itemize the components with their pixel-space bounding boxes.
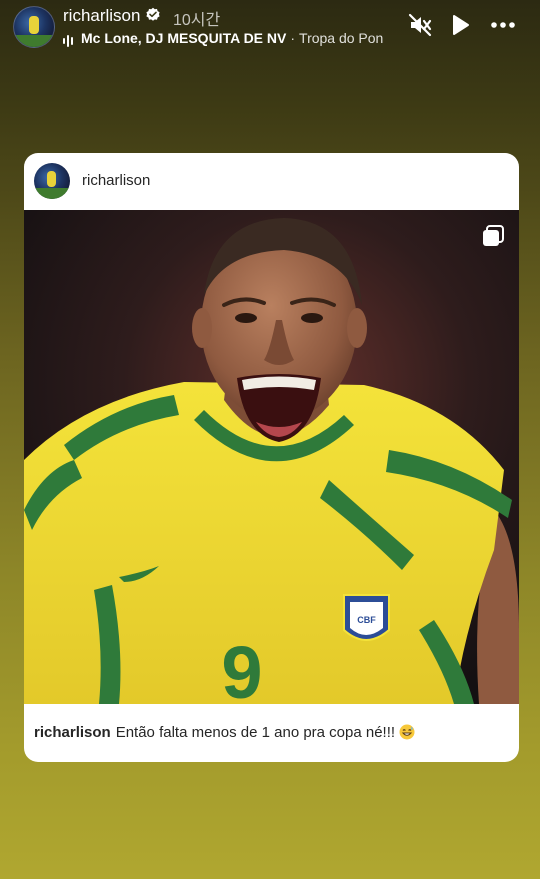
music-track: Tropa do Pon: [299, 30, 384, 46]
play-button[interactable]: [447, 12, 473, 38]
avatar-figure: [29, 16, 39, 34]
post-photo[interactable]: CBF 9: [24, 210, 519, 704]
story-music[interactable]: Mc Lone, DJ MESQUITA DE NV · Tropa do Pon: [63, 30, 393, 48]
crest-text: CBF: [357, 615, 376, 625]
avatar-stripe: [14, 35, 54, 47]
caption-username[interactable]: richarlison: [34, 724, 111, 741]
music-artist: Mc Lone, DJ MESQUITA DE NV: [81, 30, 287, 46]
player-illustration: CBF 9: [24, 210, 519, 704]
story-avatar[interactable]: [13, 6, 55, 48]
music-separator: ·: [290, 30, 296, 46]
story-header: richarlison 10시간 Mc Lone, DJ MESQUITA DE…: [0, 0, 540, 56]
sweat-smile-emoji-icon: [399, 724, 415, 740]
avatar-stripe: [34, 188, 70, 199]
post-caption: richarlison Então falta menos de 1 ano pr…: [34, 724, 504, 741]
music-bars-icon: [63, 31, 75, 47]
story-username[interactable]: richarlison: [63, 6, 140, 26]
mute-icon: [408, 13, 432, 37]
story-time-ago: 10시간: [173, 12, 221, 29]
play-icon: [453, 15, 469, 35]
post-header: richarlison: [24, 153, 519, 210]
mute-button[interactable]: [407, 12, 433, 38]
more-options-button[interactable]: [490, 12, 516, 38]
jersey-number: 9: [221, 631, 262, 704]
verified-icon: [145, 7, 161, 23]
caption-text: Então falta menos de 1 ano pra copa né!!…: [115, 724, 396, 741]
post-username[interactable]: richarlison: [82, 172, 150, 189]
carousel-icon: [481, 224, 505, 248]
avatar-figure: [47, 171, 56, 187]
more-icon: [491, 22, 515, 28]
shared-post-card[interactable]: richarlison CBF 9 richarlison Então falt…: [24, 153, 519, 762]
post-avatar[interactable]: [34, 163, 70, 199]
